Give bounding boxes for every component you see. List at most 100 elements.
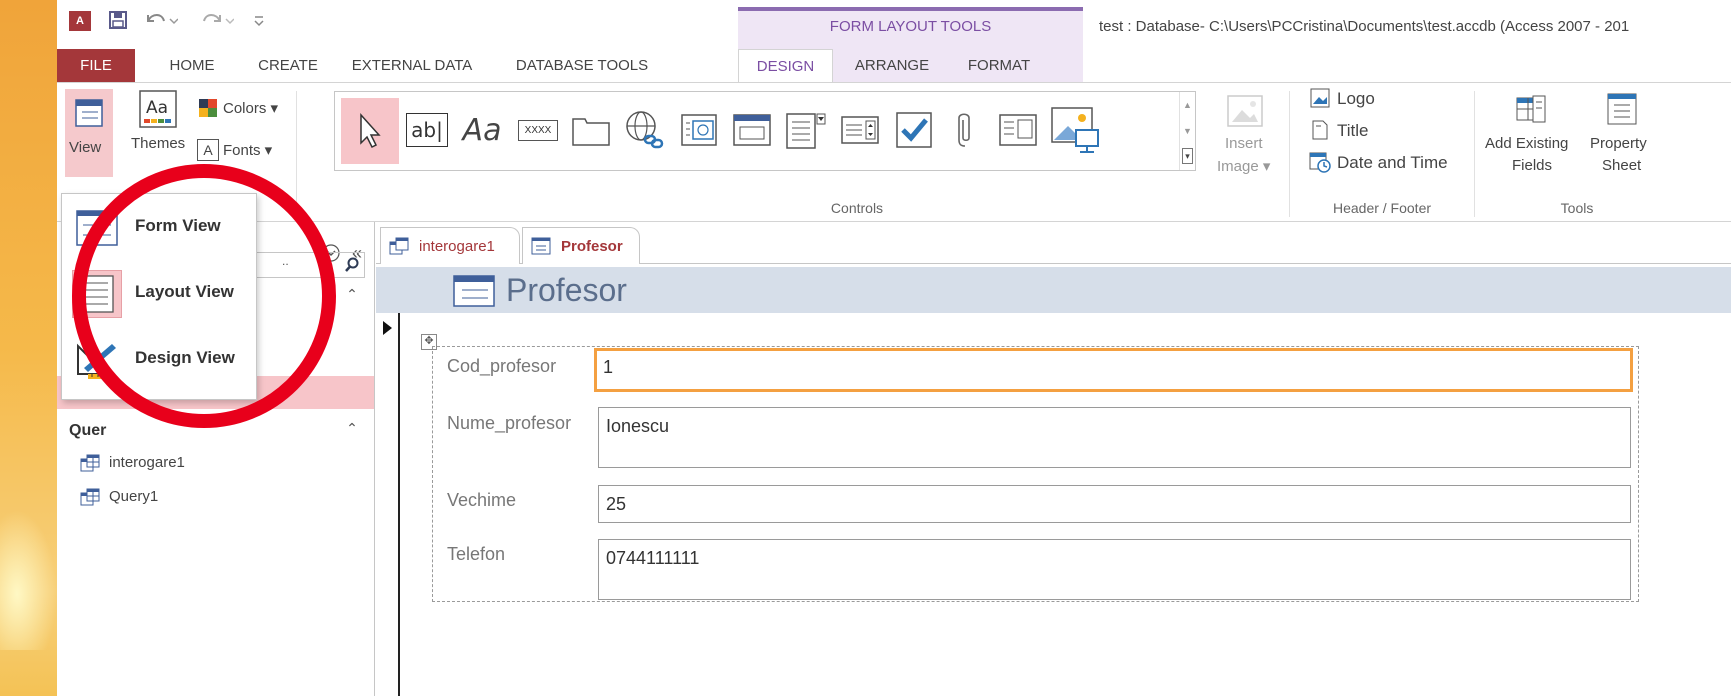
access-logo-icon: A (69, 11, 91, 31)
undo-icon[interactable] (143, 8, 179, 30)
field-cod-profesor[interactable]: 1 (594, 348, 1633, 392)
fonts-button[interactable]: Fonts ▾ (223, 141, 272, 159)
queries-header[interactable]: Quer (69, 422, 106, 440)
nav-search-input[interactable] (255, 252, 365, 278)
field-vechime[interactable]: 25 (598, 485, 1631, 523)
tab-design[interactable]: DESIGN (738, 49, 833, 83)
form-view-icon (71, 95, 107, 131)
select-pointer-icon[interactable] (341, 98, 399, 164)
textbox-glyph: ab| (406, 113, 448, 147)
controls-group-label: Controls (830, 200, 884, 216)
customize-qat-icon[interactable] (252, 10, 266, 30)
tab-database-tools[interactable]: DATABASE TOOLS (497, 49, 667, 82)
doc-tab-profesor[interactable]: Profesor (522, 227, 640, 264)
field-telefon[interactable]: 0744111111 (598, 539, 1631, 600)
list-box-icon[interactable] (837, 104, 883, 156)
web-browser-icon[interactable] (677, 104, 721, 156)
navigation-control-icon[interactable] (729, 104, 775, 156)
checkbox-icon[interactable] (891, 104, 937, 156)
title-bar: A FORM LAYOUT TOOLS test : Database- C:\… (57, 0, 1731, 82)
add-existing-fields-icon[interactable] (1512, 89, 1552, 129)
desktop-background (0, 0, 57, 696)
add-existing-label-1[interactable]: Add Existing (1485, 135, 1568, 152)
fonts-icon[interactable]: A (197, 139, 219, 161)
controls-gallery[interactable]: ab| Aa XXXX ▲ ▼ ▾ (334, 91, 1196, 171)
logo-button[interactable]: Logo (1337, 89, 1375, 109)
form-view-icon (72, 204, 122, 252)
tab-file[interactable]: FILE (57, 49, 135, 82)
menu-item-layout-view[interactable]: Layout View (62, 260, 258, 326)
insert-image-button[interactable]: Image ▾ (1217, 157, 1270, 175)
label-nume-profesor: Nume_profesor (447, 413, 572, 433)
attachment-icon[interactable] (947, 104, 983, 156)
property-sheet-label-2[interactable]: Sheet (1602, 157, 1641, 174)
query-icon (79, 453, 101, 473)
colors-button[interactable]: Colors ▾ (223, 99, 278, 117)
nav-item-interogare1[interactable]: interogare1 (109, 454, 185, 471)
access-window: A FORM LAYOUT TOOLS test : Database- C:\… (57, 0, 1731, 696)
tab-arrange[interactable]: ARRANGE (842, 49, 942, 82)
label-cod-profesor: Cod_profesor (447, 356, 557, 376)
query-icon (389, 237, 409, 255)
menu-item-form-view[interactable]: Form View (62, 194, 258, 260)
label-control-icon[interactable]: Aa (457, 104, 507, 156)
form-view-label: Form View (135, 216, 221, 235)
queries-collapse-icon[interactable]: ⌃ (342, 418, 362, 438)
insert-image-icon[interactable] (1225, 91, 1265, 131)
textbox-icon[interactable]: ab| (405, 104, 449, 156)
form-header-icon (452, 274, 496, 308)
ribbon-separator (1474, 91, 1475, 217)
gallery-scroll-up-icon[interactable]: ▲ (1183, 100, 1192, 110)
doc-tab-label: Profesor (561, 237, 623, 255)
title-button[interactable]: Title (1337, 121, 1369, 141)
context-group-title: FORM LAYOUT TOOLS (829, 18, 992, 35)
form-title: Profesor (506, 272, 627, 308)
tab-external-data[interactable]: EXTERNAL DATA (339, 49, 485, 82)
layout-view-icon (72, 270, 122, 318)
redo-icon[interactable] (199, 8, 235, 30)
form-icon (531, 237, 551, 255)
themes-icon[interactable]: Aa (137, 89, 179, 129)
property-sheet-label-1[interactable]: Property (1590, 135, 1647, 152)
ribbon-tabs: FILE HOME CREATE EXTERNAL DATA DATABASE … (57, 49, 1731, 83)
gallery-scroll-down-icon[interactable]: ▼ (1183, 126, 1192, 136)
add-existing-label-2[interactable]: Fields (1512, 157, 1552, 174)
tab-format[interactable]: FORMAT (949, 49, 1049, 82)
subform-icon[interactable] (995, 104, 1041, 156)
ribbon-separator (296, 91, 297, 217)
view-dropdown-menu: Form View Layout View Design View (61, 193, 257, 400)
image-control-icon[interactable] (1049, 104, 1103, 156)
colors-icon[interactable] (197, 97, 219, 119)
themes-label[interactable]: Themes (131, 135, 185, 152)
field-nume-profesor[interactable]: Ionescu (598, 407, 1631, 468)
nav-item-query1[interactable]: Query1 (109, 488, 158, 505)
menu-item-design-view[interactable]: Design View (62, 326, 258, 392)
title-icon[interactable] (1309, 119, 1331, 141)
layout-view-label: Layout View (135, 282, 234, 301)
date-time-button[interactable]: Date and Time (1337, 153, 1448, 173)
ribbon-separator (1289, 91, 1290, 217)
insert-image-label-2: Image (1217, 158, 1259, 175)
date-time-icon[interactable] (1309, 151, 1331, 173)
fonts-label: Fonts (223, 142, 261, 159)
tab-create[interactable]: CREATE (242, 49, 334, 82)
option-group-icon[interactable] (783, 104, 829, 156)
save-icon[interactable] (107, 9, 129, 31)
xxxx-glyph: XXXX (517, 119, 559, 141)
view-button[interactable]: View (65, 89, 113, 177)
property-sheet-icon[interactable] (1602, 89, 1642, 129)
button-control-icon[interactable]: XXXX (515, 104, 561, 156)
gallery-more-icon[interactable]: ▾ (1182, 148, 1193, 164)
gallery-scrollbar[interactable]: ▲ ▼ ▾ (1179, 92, 1195, 170)
search-icon[interactable] (342, 255, 362, 275)
record-selector[interactable] (376, 313, 400, 696)
logo-icon[interactable] (1309, 87, 1331, 109)
tables-collapse-icon[interactable]: ⌃ (342, 284, 362, 304)
document-area: interogare1 Profesor Profesor ✥ Cod_prof… (376, 222, 1731, 696)
tools-group-label: Tools (1560, 200, 1594, 216)
tab-home[interactable]: HOME (149, 49, 235, 82)
doc-tab-interogare1[interactable]: interogare1 (380, 227, 520, 264)
header-footer-group-label: Header / Footer (1332, 200, 1432, 216)
tab-control-icon[interactable] (569, 104, 613, 156)
hyperlink-icon[interactable] (621, 104, 669, 156)
